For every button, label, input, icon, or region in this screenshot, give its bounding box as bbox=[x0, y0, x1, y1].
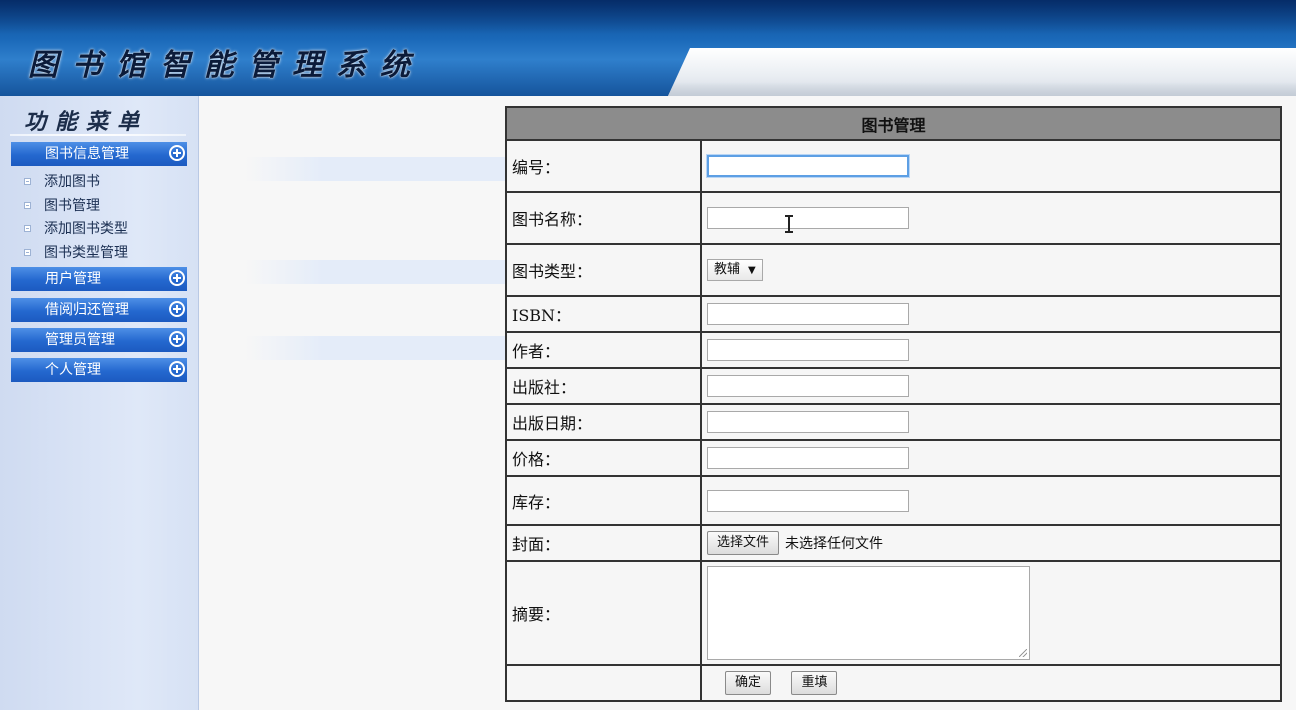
form-row-pub-date: 出版日期： bbox=[505, 403, 1282, 441]
dropdown-arrow-icon: ▼ bbox=[748, 265, 756, 276]
tree-node-icon bbox=[24, 178, 31, 185]
form-row-author: 作者： bbox=[505, 331, 1282, 369]
field-label: ISBN： bbox=[505, 295, 702, 333]
field-label: 出版社： bbox=[505, 367, 702, 405]
menu-item-add-book[interactable]: 添加图书 bbox=[24, 172, 100, 192]
expand-plus-icon[interactable] bbox=[169, 331, 185, 347]
expand-plus-icon[interactable] bbox=[169, 301, 185, 317]
app-title: 图书馆智能管理系统 bbox=[28, 48, 424, 83]
field-value-cell bbox=[700, 295, 1282, 333]
form-row-isbn: ISBN： bbox=[505, 295, 1282, 333]
author-input[interactable] bbox=[707, 339, 909, 361]
field-label: 出版日期： bbox=[505, 403, 702, 441]
expand-plus-icon[interactable] bbox=[169, 361, 185, 377]
menu-group-label: 管理员管理 bbox=[45, 332, 115, 348]
menu-item-label: 图书管理 bbox=[44, 198, 100, 214]
publisher-input[interactable] bbox=[707, 375, 909, 397]
field-value-cell bbox=[700, 331, 1282, 369]
menu-group-personal[interactable]: 个人管理 bbox=[11, 358, 187, 382]
summary-textarea[interactable] bbox=[707, 566, 1030, 660]
menu-group-admin[interactable]: 管理员管理 bbox=[11, 328, 187, 352]
submit-button[interactable]: 确定 bbox=[725, 671, 772, 695]
form-title: 图书管理 bbox=[505, 106, 1282, 141]
tree-node-icon bbox=[24, 202, 31, 209]
selected-option: 教辅 bbox=[714, 262, 741, 277]
tree-node-icon bbox=[24, 249, 31, 256]
field-value-cell bbox=[700, 367, 1282, 405]
field-value-cell: 教辅 ▼ bbox=[700, 243, 1282, 297]
menu-group-label: 个人管理 bbox=[45, 362, 101, 378]
menu-group-user[interactable]: 用户管理 bbox=[11, 267, 187, 291]
menu-item-book-type-manage[interactable]: 图书类型管理 bbox=[24, 243, 128, 263]
field-value-cell bbox=[700, 139, 1282, 193]
form-row-price: 价格： bbox=[505, 439, 1282, 477]
field-label: 图书名称： bbox=[505, 191, 702, 245]
menu-item-add-book-type[interactable]: 添加图书类型 bbox=[24, 219, 128, 239]
book-id-input[interactable] bbox=[706, 154, 910, 178]
expand-plus-icon[interactable] bbox=[169, 145, 185, 161]
function-menu: 功能菜单 图书信息管理 添加图书 图书管理 添加图书类型 图书类型管理 用户管理… bbox=[0, 96, 199, 710]
stock-input[interactable] bbox=[707, 489, 909, 512]
menu-group-label: 借阅归还管理 bbox=[45, 302, 129, 318]
book-name-input[interactable] bbox=[707, 207, 909, 229]
menu-item-label: 添加图书类型 bbox=[44, 221, 128, 237]
field-value-cell bbox=[700, 475, 1282, 526]
expand-plus-icon[interactable] bbox=[169, 270, 185, 286]
field-label: 封面： bbox=[505, 524, 702, 562]
book-type-select[interactable]: 教辅 ▼ bbox=[707, 259, 763, 281]
menu-title: 功能菜单 bbox=[24, 109, 149, 135]
form-row-stock: 库存： bbox=[505, 475, 1282, 526]
pub-date-input[interactable] bbox=[707, 411, 909, 433]
menu-group-book-info[interactable]: 图书信息管理 bbox=[11, 142, 187, 166]
field-label: 库存： bbox=[505, 475, 702, 526]
field-label: 图书类型： bbox=[505, 243, 702, 297]
menu-divider bbox=[10, 134, 186, 136]
tree-node-icon bbox=[24, 225, 31, 232]
reset-button[interactable]: 重填 bbox=[791, 671, 838, 695]
field-label: 价格： bbox=[505, 439, 702, 477]
header-banner: 图书馆智能管理系统 bbox=[0, 0, 1296, 96]
form-row-type: 图书类型： 教辅 ▼ bbox=[505, 243, 1282, 297]
form-row-cover: 封面： 选择文件 未选择任何文件 bbox=[505, 524, 1282, 562]
field-value-cell: 选择文件 未选择任何文件 bbox=[700, 524, 1282, 562]
field-value-cell bbox=[700, 560, 1282, 666]
menu-group-borrow-return[interactable]: 借阅归还管理 bbox=[11, 298, 187, 322]
price-input[interactable] bbox=[707, 447, 909, 469]
menu-group-label: 用户管理 bbox=[45, 271, 101, 287]
book-manage-form: 图书管理 编号： 图书名称： 图书类型： 教辅 ▼ ISBN： 作者： 出版社： bbox=[505, 106, 1282, 702]
action-cell: 确定 重填 bbox=[700, 664, 1282, 702]
form-row-publisher: 出版社： bbox=[505, 367, 1282, 405]
field-value-cell bbox=[700, 439, 1282, 477]
field-label: 编号： bbox=[505, 139, 702, 193]
field-value-cell bbox=[700, 403, 1282, 441]
form-row-summary: 摘要： bbox=[505, 560, 1282, 666]
menu-group-label: 图书信息管理 bbox=[45, 146, 129, 162]
banner-highlight bbox=[668, 48, 1296, 96]
empty-cell bbox=[505, 664, 702, 702]
field-label: 作者： bbox=[505, 331, 702, 369]
form-row-actions: 确定 重填 bbox=[505, 664, 1282, 702]
menu-item-label: 添加图书 bbox=[44, 174, 100, 190]
file-status: 未选择任何文件 bbox=[785, 536, 884, 552]
menu-item-book-manage[interactable]: 图书管理 bbox=[24, 196, 100, 216]
isbn-input[interactable] bbox=[707, 303, 909, 325]
field-label: 摘要： bbox=[505, 560, 702, 666]
choose-file-button[interactable]: 选择文件 bbox=[707, 531, 780, 555]
text-cursor-icon bbox=[785, 215, 793, 233]
form-row-name: 图书名称： bbox=[505, 191, 1282, 245]
form-row-id: 编号： bbox=[505, 139, 1282, 193]
menu-item-label: 图书类型管理 bbox=[44, 245, 128, 261]
